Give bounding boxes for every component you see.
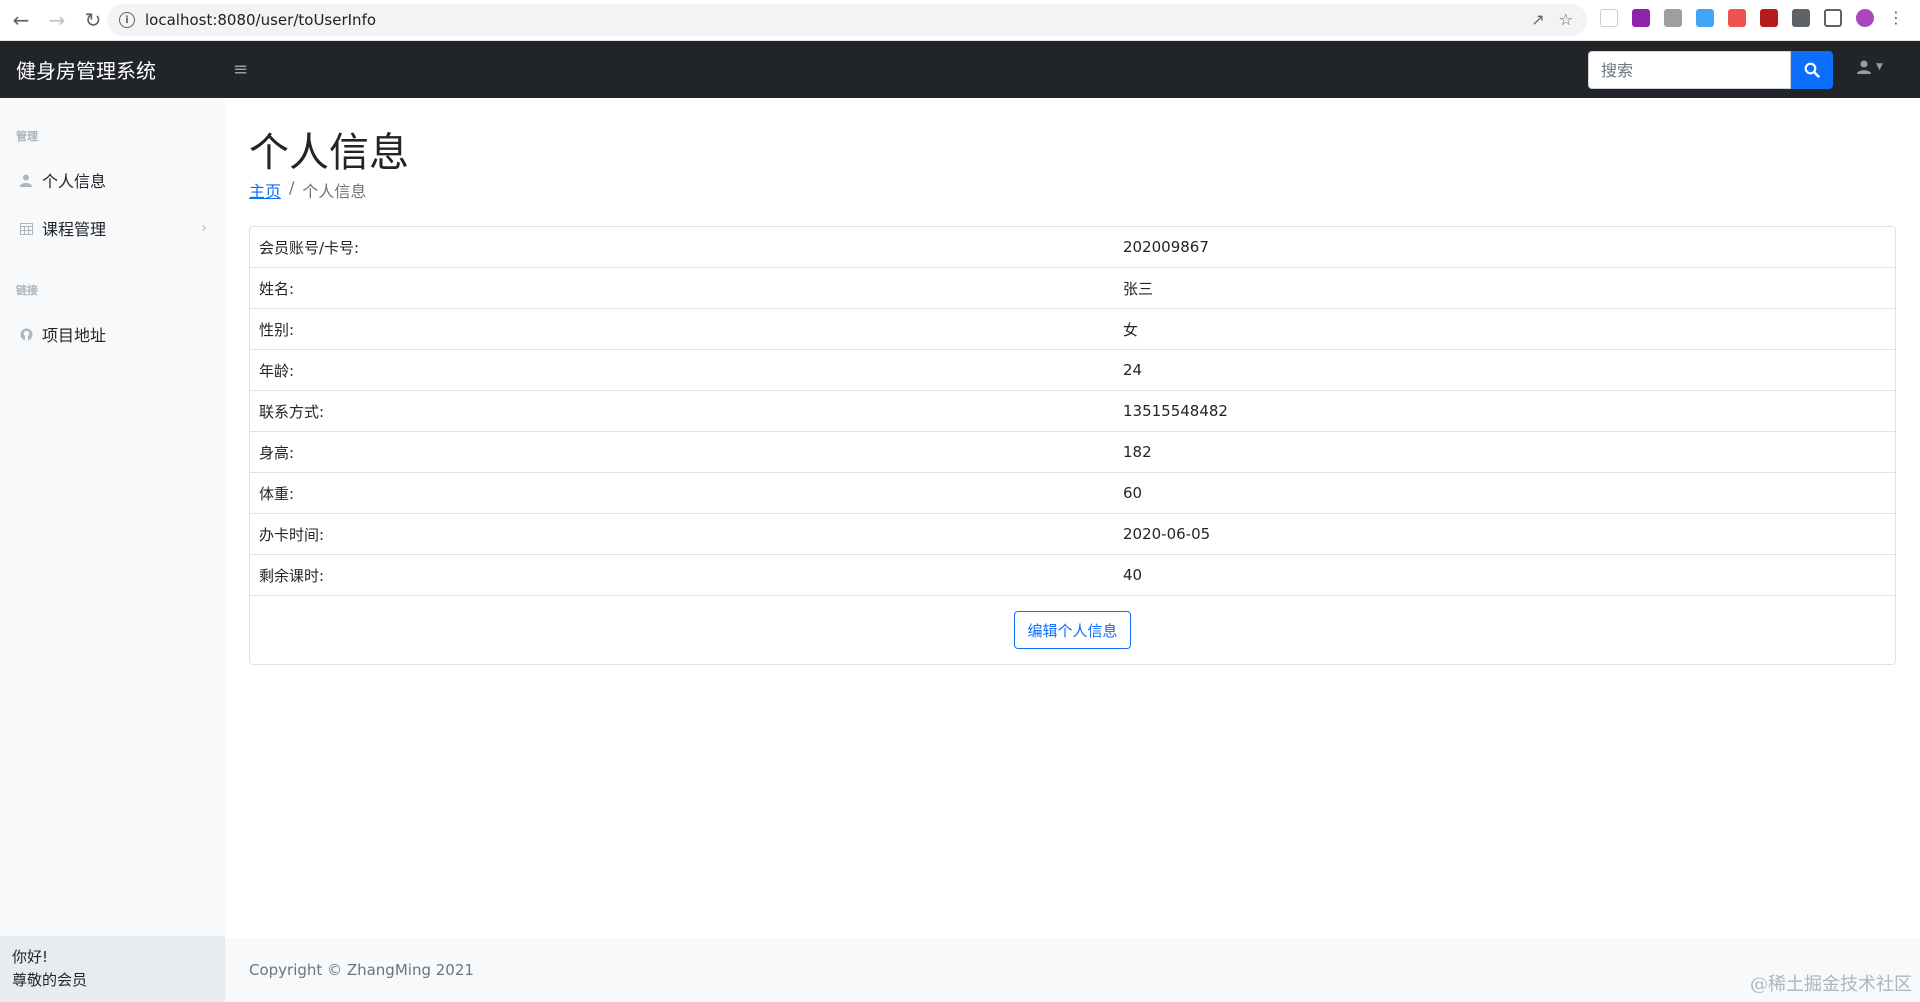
sidebar-item-project-link[interactable]: 项目地址 bbox=[0, 310, 225, 358]
table-row: 年龄: 24 bbox=[250, 350, 1895, 391]
table-row: 联系方式: 13515548482 bbox=[250, 391, 1895, 432]
github-icon bbox=[16, 328, 36, 341]
sidebar-item-label: 课程管理 bbox=[42, 220, 107, 239]
table-row: 办卡时间: 2020-06-05 bbox=[250, 514, 1895, 555]
field-label: 性别: bbox=[259, 320, 295, 339]
breadcrumb-home-link[interactable]: 主页 bbox=[249, 178, 281, 202]
sidebar-heading-manage: 管理 bbox=[16, 130, 38, 143]
table-row: 姓名: 张三 bbox=[250, 268, 1895, 309]
search-input[interactable] bbox=[1588, 51, 1791, 89]
profile-avatar-icon[interactable] bbox=[1856, 8, 1874, 27]
field-value: 女 bbox=[1123, 320, 1139, 339]
sidepanel-icon[interactable] bbox=[1824, 8, 1842, 27]
search-group bbox=[1588, 51, 1833, 89]
field-value: 张三 bbox=[1123, 279, 1154, 298]
forward-icon[interactable]: → bbox=[42, 5, 72, 35]
field-label: 姓名: bbox=[259, 279, 295, 298]
browser-menu-icon[interactable]: ⋮ bbox=[1888, 8, 1904, 27]
field-value: 60 bbox=[1123, 484, 1143, 502]
sidebar-footer: 你好! 尊敬的会员 bbox=[0, 936, 225, 1002]
extension-rp-icon[interactable] bbox=[1632, 8, 1650, 27]
extension-download-icon[interactable] bbox=[1696, 8, 1714, 27]
sidebar-item-profile[interactable]: 个人信息 bbox=[0, 156, 225, 204]
page-footer: Copyright © ZhangMing 2021 bbox=[225, 938, 1920, 1002]
field-value: 40 bbox=[1123, 566, 1143, 584]
field-value: 2020-06-05 bbox=[1123, 525, 1211, 543]
main-content: 个人信息 主页 / 个人信息 会员账号/卡号: 202009867 姓名: 张三… bbox=[225, 98, 1920, 938]
app-navbar: 健身房管理系统 ≡ ▼ bbox=[0, 41, 1920, 98]
field-value: 13515548482 bbox=[1123, 402, 1228, 420]
field-label: 办卡时间: bbox=[259, 525, 325, 544]
breadcrumb-separator: / bbox=[289, 178, 295, 197]
caret-down-icon: ▼ bbox=[1876, 62, 1883, 72]
field-label: 会员账号/卡号: bbox=[259, 238, 360, 257]
share-icon[interactable]: ↗ bbox=[1531, 10, 1544, 29]
table-row: 身高: 182 bbox=[250, 432, 1895, 473]
field-value: 202009867 bbox=[1123, 238, 1209, 256]
field-label: 体重: bbox=[259, 484, 295, 503]
back-icon[interactable]: ← bbox=[6, 5, 36, 35]
user-role-text: 尊敬的会员 bbox=[12, 971, 88, 989]
user-icon bbox=[1857, 60, 1871, 74]
sidebar-item-label: 项目地址 bbox=[42, 326, 107, 345]
extension-store-icon[interactable] bbox=[1664, 8, 1682, 27]
sidebar: 管理 个人信息 课程管理 › 链接 项目地址 你好! 尊敬的会员 bbox=[0, 98, 225, 1002]
card-footer: 编辑个人信息 bbox=[250, 596, 1895, 664]
breadcrumb: 主页 / 个人信息 bbox=[249, 178, 366, 202]
extensions-puzzle-icon[interactable] bbox=[1792, 8, 1810, 27]
user-info-card: 会员账号/卡号: 202009867 姓名: 张三 性别: 女 年龄: 24 联… bbox=[249, 226, 1896, 665]
field-label: 年龄: bbox=[259, 361, 295, 380]
sidebar-item-courses[interactable]: 课程管理 › bbox=[0, 204, 225, 252]
brand-title[interactable]: 健身房管理系统 bbox=[0, 55, 225, 84]
table-row: 性别: 女 bbox=[250, 309, 1895, 350]
calendar-icon bbox=[16, 222, 36, 235]
table-row: 剩余课时: 40 bbox=[250, 555, 1895, 596]
table-row: 会员账号/卡号: 202009867 bbox=[250, 227, 1895, 268]
browser-toolbar: ← → ↻ i localhost:8080/user/toUserInfo ↗… bbox=[0, 0, 1920, 41]
user-icon bbox=[16, 174, 36, 187]
address-bar[interactable]: i localhost:8080/user/toUserInfo ↗ ☆ bbox=[107, 4, 1587, 36]
extension-cursor-icon[interactable] bbox=[1600, 8, 1618, 27]
extension-alert-icon[interactable] bbox=[1728, 8, 1746, 27]
user-menu-dropdown[interactable]: ▼ bbox=[1856, 59, 1883, 75]
sidebar-toggle-icon[interactable]: ≡ bbox=[233, 59, 248, 80]
chevron-right-icon: › bbox=[201, 220, 207, 236]
field-label: 剩余课时: bbox=[259, 566, 325, 585]
extension-ublock-icon[interactable] bbox=[1760, 8, 1778, 27]
table-row: 体重: 60 bbox=[250, 473, 1895, 514]
field-value: 182 bbox=[1123, 443, 1152, 461]
sidebar-item-label: 个人信息 bbox=[42, 172, 107, 191]
watermark-text: @稀土掘金技术社区 bbox=[1750, 974, 1912, 995]
url-text: localhost:8080/user/toUserInfo bbox=[145, 11, 377, 29]
greeting-text: 你好! bbox=[12, 948, 49, 966]
sidebar-heading-links: 链接 bbox=[16, 284, 38, 297]
reload-icon[interactable]: ↻ bbox=[78, 5, 108, 35]
breadcrumb-current: 个人信息 bbox=[302, 182, 367, 201]
search-button[interactable] bbox=[1791, 51, 1833, 89]
site-info-icon[interactable]: i bbox=[119, 12, 135, 28]
edit-profile-button[interactable]: 编辑个人信息 bbox=[1014, 611, 1131, 649]
field-value: 24 bbox=[1123, 361, 1143, 379]
search-icon bbox=[1804, 62, 1820, 78]
copyright-text: Copyright © ZhangMing 2021 bbox=[249, 961, 474, 979]
page-title: 个人信息 bbox=[249, 130, 409, 176]
field-label: 身高: bbox=[259, 443, 295, 462]
bookmark-star-icon[interactable]: ☆ bbox=[1559, 10, 1573, 29]
field-label: 联系方式: bbox=[259, 402, 325, 421]
